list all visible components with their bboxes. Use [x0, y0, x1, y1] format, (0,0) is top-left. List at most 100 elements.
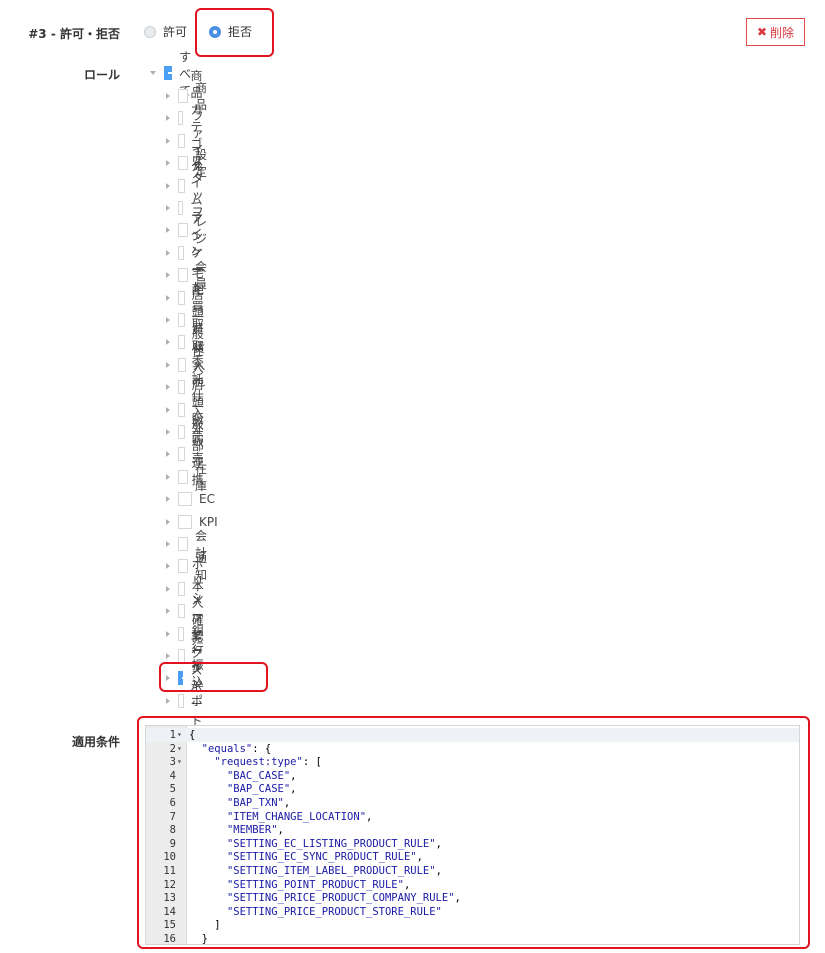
tree-item-checkbox[interactable] [178, 178, 185, 193]
caret-right-icon[interactable] [166, 697, 170, 704]
code-line: 1 ▾ { [146, 728, 799, 742]
code-line: 14 "SETTING_PRICE_PRODUCT_STORE_RULE" [146, 905, 799, 919]
tree-item[interactable]: 在庫 [166, 462, 211, 493]
line-number: 5 [169, 783, 176, 796]
caret-right-icon[interactable] [166, 675, 170, 682]
caret-right-icon[interactable] [166, 451, 170, 458]
tree-item-checkbox[interactable] [178, 313, 185, 327]
radio-allow[interactable]: 許可 [144, 23, 187, 40]
code-text: "SETTING_PRICE_PRODUCT_COMPANY_RULE", [226, 892, 461, 905]
tree-item-checkbox[interactable] [178, 133, 185, 148]
code-text: "BAP_TXN", [226, 797, 291, 809]
tree-item-checkbox[interactable] [178, 380, 185, 395]
code-line: 2 ▾ "equals": { [146, 742, 799, 756]
tree-item-checkbox[interactable] [178, 537, 188, 551]
checkbox-all[interactable] [164, 66, 175, 80]
tree-item-checkbox[interactable] [178, 492, 192, 507]
tree-item-checkbox[interactable] [178, 693, 184, 708]
caret-right-icon[interactable] [166, 115, 170, 122]
fold-toggle-icon[interactable]: ▾ [177, 742, 182, 756]
caret-right-icon[interactable] [166, 249, 170, 256]
tree-item-checkbox[interactable] [178, 290, 185, 305]
code-text: { [189, 729, 196, 741]
radio-allow-dot[interactable] [144, 25, 156, 38]
line-number: 12 [163, 878, 176, 891]
caret-right-icon[interactable] [166, 182, 170, 189]
tree-item-checkbox[interactable] [178, 514, 192, 529]
caret-right-icon[interactable] [166, 429, 170, 435]
caret-right-icon[interactable] [166, 294, 170, 301]
code-line: 8 "MEMBER", [146, 823, 799, 837]
tree-item-checkbox[interactable] [178, 201, 184, 215]
caret-right-icon[interactable] [166, 160, 170, 167]
code-text: ] [189, 919, 221, 932]
radio-deny-dot[interactable] [209, 25, 222, 38]
tree-item-checkbox[interactable] [178, 156, 188, 171]
tree-item-checkbox[interactable] [178, 89, 188, 103]
tree-item-checkbox[interactable] [178, 581, 185, 596]
radio-allow-label: 許可 [163, 25, 188, 39]
line-number: 2 [169, 742, 176, 755]
caret-right-icon[interactable] [166, 227, 170, 234]
tree-item[interactable]: インポート [166, 660, 211, 742]
caret-right-icon[interactable] [166, 205, 170, 211]
caret-right-icon[interactable] [166, 137, 170, 144]
delete-button[interactable]: ✖ 削除 [746, 18, 805, 46]
tree-item-checkbox[interactable] [178, 111, 184, 126]
fold-toggle-icon[interactable]: ▾ [177, 755, 182, 769]
caret-right-icon[interactable] [166, 384, 170, 391]
tree-item-checkbox[interactable] [178, 245, 185, 260]
caret-right-icon[interactable] [166, 518, 170, 525]
code-text: "request:type": [ [214, 756, 322, 769]
caret-right-icon[interactable] [166, 473, 170, 480]
radio-deny[interactable]: 拒否 [209, 23, 252, 40]
code-text: "MEMBER", [226, 824, 284, 837]
caret-right-icon[interactable] [166, 93, 170, 99]
line-number: 9 [169, 837, 176, 850]
caret-right-icon[interactable] [166, 608, 170, 615]
permission-radio-group: 許可 拒否 [144, 23, 274, 40]
tree-item-checkbox[interactable] [178, 559, 188, 574]
code-line: 3 ▾ "request:type": [ [146, 755, 799, 769]
line-number: 15 [163, 919, 176, 932]
code-text: "ITEM_CHANGE_LOCATION", [226, 810, 373, 823]
tree-item-checkbox[interactable] [178, 335, 185, 350]
caret-right-icon[interactable] [166, 272, 170, 279]
caret-right-icon[interactable] [166, 361, 170, 368]
line-number: 8 [169, 824, 176, 837]
code-line: 7 "ITEM_CHANGE_LOCATION", [146, 810, 799, 824]
tree-item-checkbox[interactable] [178, 469, 188, 484]
tree-item-checkbox[interactable] [178, 649, 185, 663]
tree-item-checkbox[interactable] [178, 268, 188, 283]
code-text: } [189, 933, 208, 945]
tree-item-checkbox[interactable] [178, 604, 185, 619]
code-line: 9 "SETTING_EC_LISTING_PRODUCT_RULE", [146, 837, 799, 851]
caret-right-icon[interactable] [166, 406, 170, 413]
caret-down-icon[interactable] [150, 71, 156, 75]
caret-right-icon[interactable] [166, 585, 170, 592]
caret-right-icon[interactable] [166, 541, 170, 547]
line-number: 11 [163, 865, 176, 877]
tree-item-checkbox[interactable] [178, 425, 185, 439]
caret-right-icon[interactable] [166, 630, 170, 637]
caret-right-icon[interactable] [166, 496, 170, 503]
fold-toggle-icon[interactable]: ▾ [177, 728, 182, 742]
tree-item-checkbox[interactable] [178, 402, 185, 417]
code-line: 13 "SETTING_PRICE_PRODUCT_COMPANY_RULE", [146, 891, 799, 905]
tree-item-checkbox[interactable] [178, 447, 185, 462]
caret-right-icon[interactable] [166, 339, 170, 346]
radio-deny-label: 拒否 [228, 25, 253, 39]
code-text: "equals": { [201, 742, 272, 755]
tree-item-checkbox[interactable] [178, 223, 188, 238]
line-number: 3 [169, 756, 176, 769]
caret-right-icon[interactable] [166, 317, 170, 323]
json-code-editor[interactable]: 1 ▾{2 ▾ "equals": {3 ▾ "request:type": [4 "… [145, 725, 800, 945]
caret-right-icon[interactable] [166, 653, 170, 659]
tree-item-checkbox[interactable] [178, 357, 186, 372]
caret-right-icon[interactable] [166, 563, 170, 570]
tree-item-label: 在庫 [195, 461, 208, 493]
line-number: 10 [163, 851, 176, 864]
tree-item-checkbox[interactable] [178, 626, 185, 641]
tree-item[interactable]: EC [166, 491, 215, 507]
tree-item-checkbox[interactable] [178, 671, 189, 686]
